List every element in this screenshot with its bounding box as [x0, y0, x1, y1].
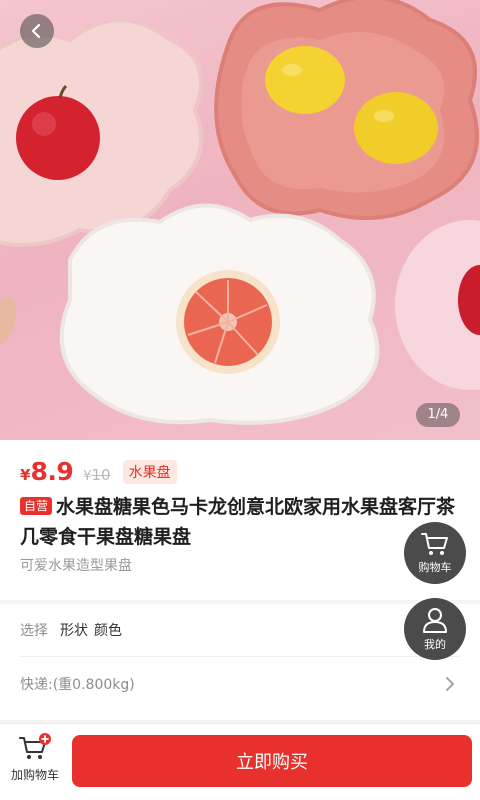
category-tag[interactable]: 水果盘 [122, 460, 177, 484]
product-title: 自营 水果盘糖果色马卡龙创意北欧家用水果盘客厅茶几零食干果盘糖果盘 [20, 492, 460, 552]
back-icon [31, 23, 41, 39]
floating-cart-label: 购物车 [418, 561, 452, 574]
price-currency: ¥ [20, 466, 31, 484]
floating-cart-button[interactable]: 购物车 [404, 522, 466, 584]
floating-mine-label: 我的 [424, 638, 446, 651]
original-price-currency: ¥ [83, 469, 92, 484]
original-price: 10 [91, 466, 111, 484]
price-row: ¥ 8.9 ¥ 10 水果盘 [20, 457, 177, 487]
add-to-cart-button[interactable]: 加购物车 [6, 732, 64, 794]
image-counter: 1/4 [416, 403, 460, 427]
spec-select-label: 选择 [20, 623, 48, 639]
shipping-label: 快递:(重0.800kg) [20, 677, 135, 693]
cart-icon [421, 533, 448, 555]
spec-select-row[interactable]: 选择 形状 颜色 [20, 604, 460, 657]
bottom-action-bar: 加购物车 立即购买 [0, 723, 480, 800]
self-operated-badge: 自营 [20, 497, 53, 515]
chevron-right-icon [446, 677, 454, 691]
spec-option-color: 颜色 [94, 623, 122, 639]
product-image-gallery[interactable]: 1/4 [0, 0, 480, 440]
floating-mine-button[interactable]: 我的 [404, 598, 466, 660]
product-title-text: 水果盘糖果色马卡龙创意北欧家用水果盘客厅茶几零食干果盘糖果盘 [20, 496, 456, 548]
spec-option-shape: 形状 [60, 623, 88, 639]
shipping-row[interactable]: 快递:(重0.800kg) [20, 658, 460, 710]
product-photo [0, 0, 480, 425]
add-to-cart-label: 加购物车 [10, 768, 59, 782]
product-subtitle: 可爱水果造型果盘 [20, 558, 132, 574]
user-icon [423, 608, 447, 633]
current-price: 8.9 [30, 457, 74, 486]
buy-now-button[interactable]: 立即购买 [72, 735, 472, 787]
add-cart-icon [19, 733, 51, 759]
back-button[interactable] [20, 14, 54, 48]
product-info-card: ¥ 8.9 ¥ 10 水果盘 自营 水果盘糖果色马卡龙创意北欧家用水果盘客厅茶几零… [0, 440, 480, 600]
